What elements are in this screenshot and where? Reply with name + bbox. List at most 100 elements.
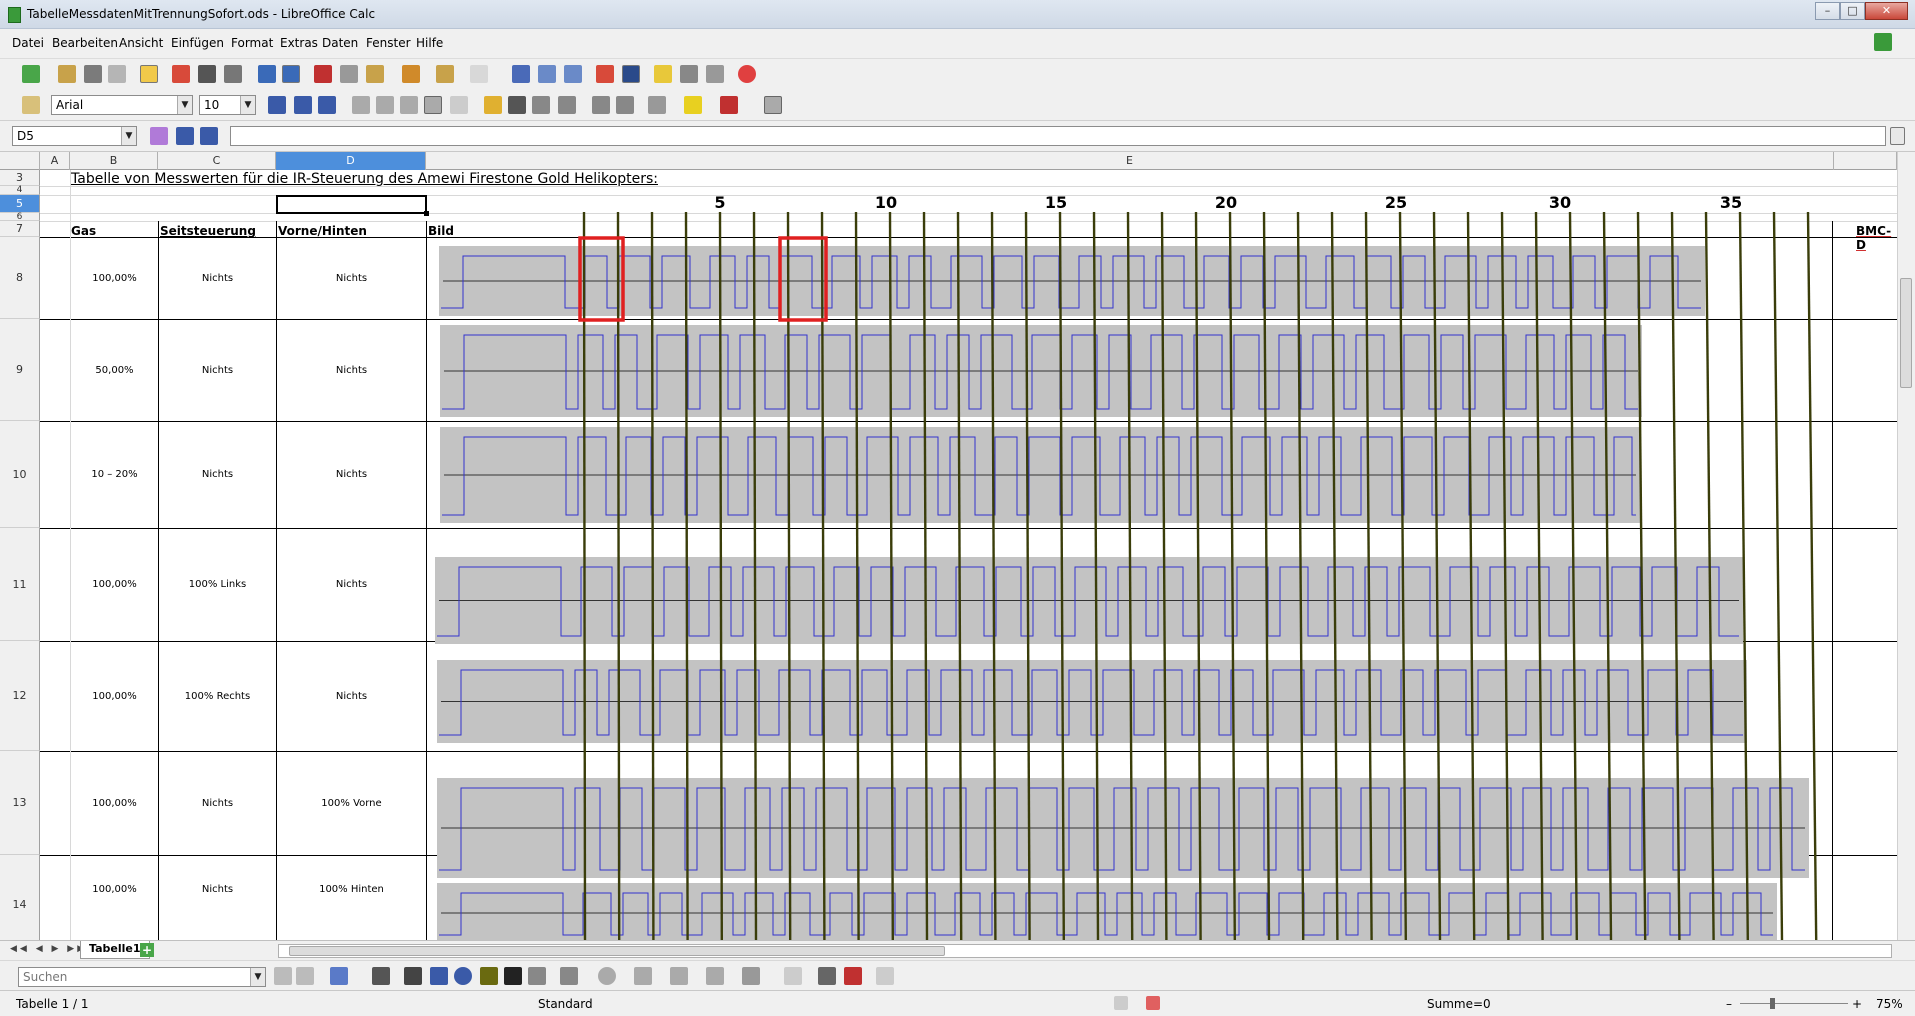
- menu-fenster[interactable]: Fenster: [366, 36, 411, 50]
- basic-shapes-icon[interactable]: [560, 967, 578, 985]
- increase-indent-icon[interactable]: [616, 96, 634, 114]
- sum-display[interactable]: Summe=0: [1427, 997, 1491, 1011]
- spreadsheet-grid[interactable]: 3 4 5 6 7 8 9 10 11 12 13 14 Tabelle von…: [0, 170, 1897, 940]
- copy-icon[interactable]: [340, 65, 358, 83]
- menu-ansicht[interactable]: Ansicht: [119, 36, 163, 50]
- menu-format[interactable]: Format: [231, 36, 273, 50]
- borders-icon[interactable]: [648, 96, 666, 114]
- close-button[interactable]: ✕: [1865, 2, 1908, 20]
- toggle-grid-icon[interactable]: [764, 96, 782, 114]
- font-name-select[interactable]: Arial ▼: [51, 95, 193, 115]
- column-header-b[interactable]: B: [70, 152, 158, 170]
- menu-extras[interactable]: Extras: [280, 36, 318, 50]
- chevron-down-icon[interactable]: ▼: [121, 127, 136, 145]
- horizontal-scroll-thumb[interactable]: [289, 946, 945, 956]
- redo-icon[interactable]: [470, 65, 488, 83]
- column-header-c[interactable]: C: [158, 152, 276, 170]
- curve-tool-icon[interactable]: [480, 967, 498, 985]
- callout-tool-icon[interactable]: [528, 967, 546, 985]
- zoom-out-icon[interactable]: –: [1726, 997, 1732, 1011]
- find-previous-icon[interactable]: [296, 967, 314, 985]
- sort-ascending-icon[interactable]: [538, 65, 556, 83]
- name-box[interactable]: D5 ▼: [12, 126, 137, 146]
- menu-einfuegen[interactable]: Einfügen: [171, 36, 224, 50]
- background-color-icon[interactable]: [684, 96, 702, 114]
- print-preview-icon[interactable]: [224, 65, 242, 83]
- cut-icon[interactable]: [314, 65, 332, 83]
- hyperlink-icon[interactable]: [512, 65, 530, 83]
- email-icon[interactable]: [108, 65, 126, 83]
- stars-icon[interactable]: [742, 967, 760, 985]
- column-header-f[interactable]: [1834, 152, 1897, 170]
- currency-icon[interactable]: [484, 96, 502, 114]
- rectangle-tool-icon[interactable]: [430, 967, 448, 985]
- minimize-button[interactable]: –: [1815, 2, 1840, 20]
- column-header-d[interactable]: D: [276, 152, 426, 170]
- underline-icon[interactable]: [318, 96, 336, 114]
- points-icon[interactable]: [784, 967, 802, 985]
- callouts-icon[interactable]: [706, 967, 724, 985]
- gallery-icon[interactable]: [680, 65, 698, 83]
- bold-icon[interactable]: [268, 96, 286, 114]
- justify-icon[interactable]: [424, 96, 442, 114]
- select-pointer-icon[interactable]: [372, 967, 390, 985]
- select-all-corner[interactable]: [0, 152, 40, 170]
- menu-hilfe[interactable]: Hilfe: [416, 36, 443, 50]
- column-header-a[interactable]: A: [40, 152, 70, 170]
- add-decimal-icon[interactable]: [558, 96, 576, 114]
- flowchart-icon[interactable]: [670, 967, 688, 985]
- update-icon[interactable]: [1874, 33, 1892, 51]
- function-wizard-icon[interactable]: [150, 127, 168, 145]
- print-icon[interactable]: [198, 65, 216, 83]
- horizontal-scrollbar[interactable]: [278, 944, 1892, 958]
- export-pdf-icon[interactable]: [172, 65, 190, 83]
- decimal-icon[interactable]: [532, 96, 550, 114]
- add-sheet-icon[interactable]: +: [140, 943, 154, 957]
- menu-datei[interactable]: Datei: [12, 36, 44, 50]
- symbol-shapes-icon[interactable]: [598, 967, 616, 985]
- vertical-scrollbar[interactable]: [1897, 152, 1915, 940]
- column-header-e[interactable]: E: [426, 152, 1834, 170]
- data-sources-icon[interactable]: [706, 65, 724, 83]
- italic-icon[interactable]: [294, 96, 312, 114]
- font-color-icon[interactable]: [720, 96, 738, 114]
- sort-descending-icon[interactable]: [564, 65, 582, 83]
- zoom-slider[interactable]: [1740, 1003, 1848, 1004]
- save-icon[interactable]: [84, 65, 102, 83]
- align-center-icon[interactable]: [376, 96, 394, 114]
- ellipse-tool-icon[interactable]: [454, 967, 472, 985]
- formula-input[interactable]: [230, 126, 1886, 146]
- page-style[interactable]: Standard: [538, 997, 593, 1011]
- styles-icon[interactable]: [22, 96, 40, 114]
- find-next-icon[interactable]: [274, 967, 292, 985]
- menu-daten[interactable]: Daten: [322, 36, 358, 50]
- vertical-scroll-thumb[interactable]: [1900, 278, 1912, 388]
- chart-icon[interactable]: [596, 65, 614, 83]
- navigator-icon[interactable]: [654, 65, 672, 83]
- sheet-nav-arrows-icon[interactable]: ◀◀ ◀ ▶ ▶▶: [10, 944, 87, 954]
- open-icon[interactable]: [58, 65, 76, 83]
- fontwork-icon[interactable]: [818, 967, 836, 985]
- clone-format-icon[interactable]: [402, 65, 420, 83]
- new-document-icon[interactable]: [22, 65, 40, 83]
- extrusion-icon[interactable]: [876, 967, 894, 985]
- chevron-down-icon[interactable]: ▼: [240, 96, 255, 114]
- zoom-slider-thumb[interactable]: [1770, 998, 1775, 1009]
- align-right-icon[interactable]: [400, 96, 418, 114]
- line-tool-icon[interactable]: [404, 967, 422, 985]
- decrease-indent-icon[interactable]: [592, 96, 610, 114]
- align-left-icon[interactable]: [352, 96, 370, 114]
- undo-icon[interactable]: [436, 65, 454, 83]
- menu-bearbeiten[interactable]: Bearbeiten: [52, 36, 118, 50]
- image-icon[interactable]: [844, 967, 862, 985]
- formula-icon[interactable]: [200, 127, 218, 145]
- chevron-down-icon[interactable]: ▼: [250, 968, 265, 986]
- spellcheck-icon[interactable]: [258, 65, 276, 83]
- percent-icon[interactable]: [508, 96, 526, 114]
- paste-icon[interactable]: [366, 65, 384, 83]
- edit-mode-icon[interactable]: [140, 65, 158, 83]
- expand-formula-icon[interactable]: [1890, 127, 1905, 145]
- block-arrows-icon[interactable]: [634, 967, 652, 985]
- zoom-level[interactable]: 75%: [1876, 997, 1903, 1011]
- merge-cells-icon[interactable]: [450, 96, 468, 114]
